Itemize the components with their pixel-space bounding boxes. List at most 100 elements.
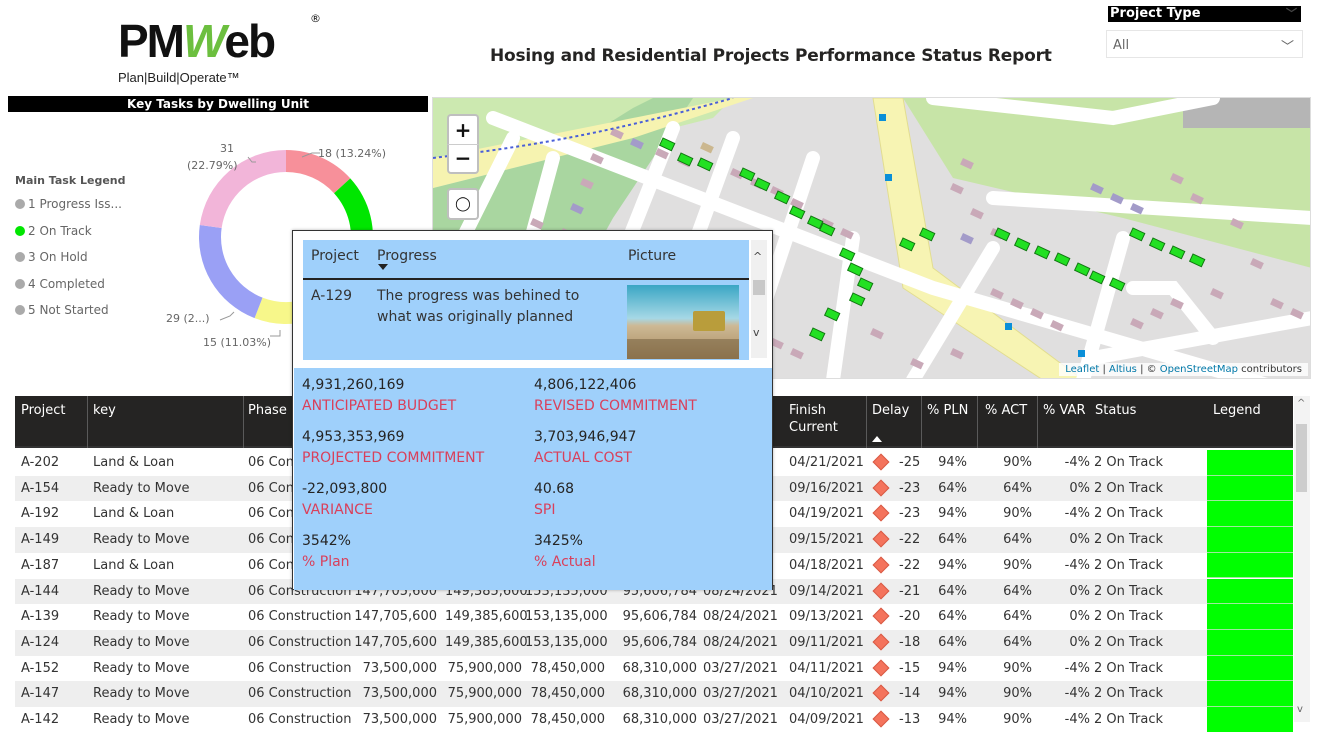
tooltip-scrollbar[interactable]: ^ v — [751, 240, 767, 358]
col-header-var[interactable]: % VAR — [1043, 402, 1085, 419]
zoom-in-button[interactable]: + — [447, 114, 479, 144]
table-row[interactable]: A-139 Ready to Move 06 Construction 147,705… — [15, 604, 1293, 630]
zoom-out-button[interactable]: − — [447, 144, 479, 174]
legend-item[interactable]: 3 On Hold — [15, 244, 126, 271]
scroll-up-icon[interactable]: ^ — [1297, 398, 1305, 409]
cell-pln: 94% — [938, 557, 967, 573]
col-header-project[interactable]: Project — [21, 402, 65, 419]
cell-c1: 73,500,000 — [362, 712, 437, 727]
scroll-down-icon[interactable]: v — [753, 326, 760, 339]
legend-color-cell — [1207, 604, 1293, 630]
legend-color-cell — [1207, 681, 1293, 707]
legend-item[interactable]: 1 Progress Iss... — [15, 191, 126, 218]
col-header-status[interactable]: Status — [1095, 402, 1136, 419]
col-divider[interactable] — [87, 396, 88, 448]
table-row[interactable]: A-152 Ready to Move 06 Construction 73,500,… — [15, 655, 1293, 682]
col-divider[interactable] — [866, 396, 867, 448]
legend-color-cell — [1207, 578, 1293, 605]
cell-pln: 94% — [938, 455, 967, 470]
delay-diamond-icon — [872, 582, 890, 599]
altius-link[interactable]: Altius — [1109, 364, 1137, 375]
lasso-select-button[interactable]: ◯ — [447, 188, 479, 220]
tooltip-col-progress[interactable]: Progress — [377, 248, 437, 264]
cell-pln: 94% — [938, 660, 967, 676]
col-divider[interactable] — [1037, 396, 1038, 448]
map-bus-stop[interactable] — [885, 174, 892, 181]
delay-diamond-icon — [872, 684, 890, 702]
col-header-phase[interactable]: Phase — [248, 402, 287, 419]
kpi-value: 40.68 — [534, 481, 575, 497]
cell-delay: -21 — [899, 583, 921, 599]
current-label: Current — [789, 420, 838, 435]
construction-site-picture — [627, 285, 739, 359]
cell-finish: 09/15/2021 — [789, 532, 864, 548]
cell-c2: 149,385,600 — [445, 609, 528, 625]
cell-status: 2 On Track — [1094, 583, 1164, 599]
scroll-down-icon[interactable]: v — [1297, 704, 1303, 715]
table-row[interactable]: A-142 Ready to Move 06 Construction 73,500,… — [15, 707, 1293, 732]
cell-c3: 153,135,000 — [525, 634, 608, 650]
col-divider[interactable] — [921, 396, 922, 448]
table-scrollbar[interactable]: ^ v — [1294, 396, 1310, 722]
cell-pln: 64% — [938, 480, 967, 496]
col-header-delay[interactable]: Delay — [872, 402, 909, 419]
cell-var: -4% — [1064, 506, 1090, 522]
col-header-legend[interactable]: Legend — [1213, 402, 1261, 419]
chevron-down-icon[interactable]: ﹀ — [1286, 6, 1297, 22]
col-header-pln[interactable]: % PLN — [927, 402, 968, 419]
cell-delay: -13 — [899, 712, 921, 727]
col-header-act[interactable]: % ACT — [985, 402, 1027, 419]
logo-tagline: Plan|Build|Operate™ — [118, 70, 240, 85]
legend-item[interactable]: 4 Completed — [15, 271, 126, 298]
sort-ascending-icon[interactable] — [872, 436, 882, 442]
legend-item[interactable]: 5 Not Started — [15, 297, 126, 324]
cell-var: 0% — [1069, 634, 1090, 650]
delay-diamond-icon — [872, 659, 890, 677]
cell-c4: 95,606,784 — [622, 634, 697, 650]
scrollbar-thumb[interactable] — [1296, 424, 1307, 492]
map-bus-stop[interactable] — [1078, 350, 1085, 357]
cell-c2: 75,900,000 — [447, 660, 522, 676]
cell-act: 90% — [1003, 506, 1032, 522]
kpi-label: PROJECTED COMMITMENT — [302, 450, 485, 466]
cell-delay: -14 — [899, 686, 921, 702]
data-label-slice-5-pct: (22.79%) — [187, 159, 238, 172]
cell-var: 0% — [1069, 609, 1090, 625]
cell-delay: -23 — [899, 506, 921, 522]
leaflet-link[interactable]: Leaflet — [1065, 364, 1099, 375]
data-label-slice-3: 15 (11.03%) — [203, 336, 272, 349]
map-bus-stop[interactable] — [879, 114, 886, 121]
legend-item[interactable]: 2 On Track — [15, 218, 126, 245]
osm-link[interactable]: OpenStreetMap — [1160, 364, 1238, 375]
registered-mark: ® — [310, 12, 321, 25]
delay-diamond-icon — [872, 453, 890, 471]
cell-c2: 75,900,000 — [447, 712, 522, 727]
col-header-finish-current[interactable]: Finish Current — [789, 402, 838, 436]
map-bus-stop[interactable] — [1005, 323, 1012, 330]
sort-descending-icon[interactable] — [378, 264, 388, 270]
scroll-up-icon[interactable]: ^ — [753, 250, 762, 263]
cell-act: 64% — [1003, 609, 1032, 625]
col-divider[interactable] — [977, 396, 978, 448]
col-divider[interactable] — [243, 396, 244, 448]
col-header-key[interactable]: key — [93, 402, 116, 419]
legend-color-cell — [1207, 450, 1293, 476]
delay-diamond-icon — [872, 530, 890, 548]
data-label-slice-1: 18 (13.24%) — [318, 147, 387, 160]
donut-slice[interactable] — [199, 224, 263, 319]
legend-label: 5 Not Started — [28, 303, 109, 318]
kpi-value: 4,953,353,969 — [302, 429, 405, 445]
project-type-slicer-header[interactable]: Project Type ﹀ — [1108, 6, 1301, 22]
cell-pln: 94% — [938, 686, 967, 702]
cell-var: -4% — [1064, 712, 1090, 727]
tooltip-col-picture[interactable]: Picture — [628, 248, 676, 264]
table-row[interactable]: A-124 Ready to Move 06 Construction 147,705… — [15, 629, 1293, 656]
tooltip-col-project[interactable]: Project — [311, 248, 359, 264]
scrollbar-thumb[interactable] — [753, 280, 765, 295]
table-row[interactable]: A-147 Ready to Move 06 Construction 73,500,… — [15, 681, 1293, 707]
attr-tail: contributors — [1238, 364, 1302, 375]
picture-ground — [627, 339, 739, 359]
cell-pln: 64% — [938, 634, 967, 650]
project-type-dropdown[interactable]: All ﹀ — [1106, 30, 1303, 58]
kpi-value: -22,093,800 — [302, 481, 388, 497]
